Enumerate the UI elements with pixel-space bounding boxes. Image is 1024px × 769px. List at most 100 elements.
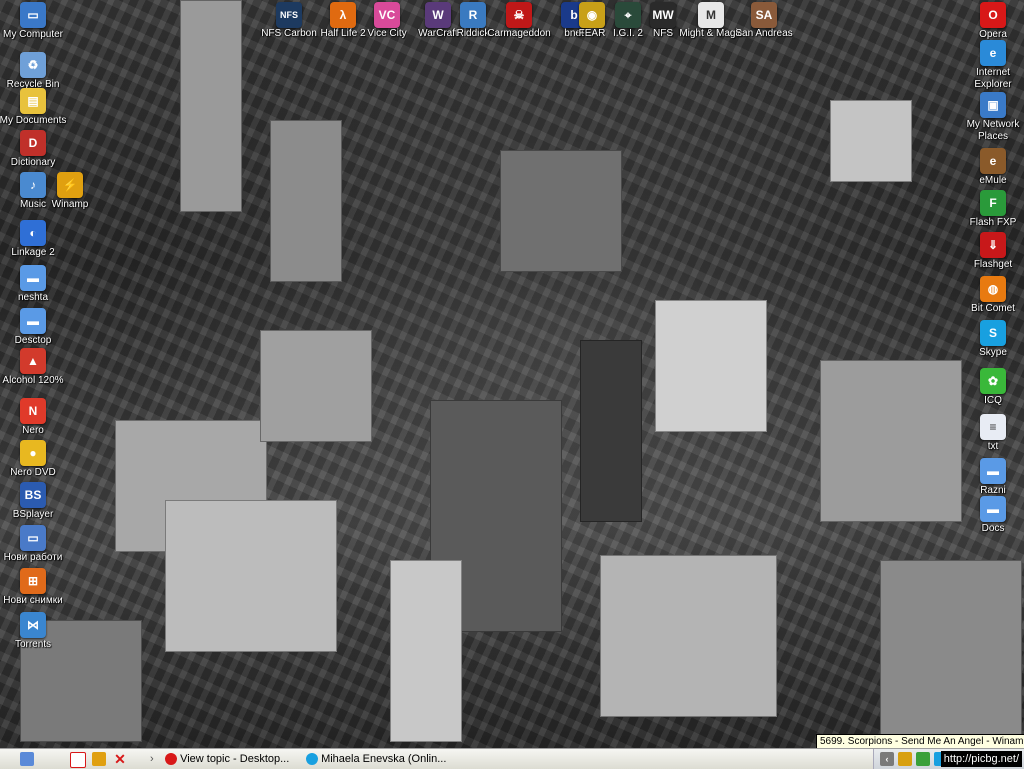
flashfxp-icon: F [980,190,1006,216]
folder-icon: ▬ [20,265,46,291]
network-places-icon: ▣ [980,92,1006,118]
desktop-icon-my-documents[interactable]: ▤ My Documents [0,88,68,127]
desktop-icon-music[interactable]: ♪ Music [0,172,68,211]
desktop-icon-neshta[interactable]: ▬ neshta [0,265,68,304]
internet-explorer-icon: e [980,40,1006,66]
alcohol-icon: ▲ [20,348,46,374]
desktop-icon-label: San Andreas [735,28,793,39]
tray-arrow-icon[interactable]: ‹ [880,752,894,766]
nfs-carbon-icon: NFS [276,2,302,28]
desktop-icon-flashget[interactable]: ⇓ Flashget [962,232,1024,271]
bitcomet-icon: ◍ [980,276,1006,302]
skype-icon: S [980,320,1006,346]
desktop-icon-label: txt [987,441,999,452]
wallpaper-building [880,560,1022,742]
desktop-icon-torrents[interactable]: ⋈ Torrents [0,612,68,651]
desktop-icon-label: Carmageddon [487,28,551,39]
desktop-icon-razni[interactable]: ▬ Razni [962,458,1024,497]
desktop-icon-label: Internet Explorer [974,67,1012,90]
bsplayer-icon: BS [20,482,46,508]
wallpaper-building [600,555,777,717]
quick-launch-close-icon[interactable]: ✕ [113,752,127,766]
desktop-icon-internet-explorer[interactable]: e Internet Explorer [962,40,1024,91]
network-folder-icon: ⋈ [20,612,46,638]
text-file-icon: ≡ [980,414,1006,440]
tray-app-icon[interactable] [898,752,912,766]
desktop-icon-label: Alcohol 120% [2,375,64,386]
desktop-icon-bit-comet[interactable]: ◍ Bit Comet [962,276,1024,315]
desktop-icon-emule[interactable]: e eMule [962,148,1024,187]
wallpaper-building [830,100,912,182]
system-tray: ‹ http://picbg.net/ [873,749,1024,769]
desktop-icon-dictionary[interactable]: D Dictionary [0,130,68,169]
desktop-icon-alcohol-120[interactable]: ▲ Alcohol 120% [0,348,68,387]
desktop-icon-label: Nero [22,425,44,436]
vice-city-icon: VC [374,2,400,28]
desktop-icon-carmageddon[interactable]: ☠ Carmageddon [484,2,554,40]
nero-dvd-icon: ● [20,440,46,466]
wallpaper-building [270,120,342,282]
san-andreas-icon: SA [751,2,777,28]
desktop-icon-label: Skype [979,347,1007,358]
music-icon: ♪ [20,172,46,198]
recycle-bin-icon: ♻ [20,52,46,78]
might-magic-icon: M [698,2,724,28]
emule-icon: e [980,148,1006,174]
tray-app-icon[interactable] [916,752,930,766]
desktop-icon-label: Нови работи [3,552,63,563]
desktop-icon-label: Torrents [14,639,52,650]
computer-icon: ▭ [20,2,46,28]
desktop-icon-linkage-2[interactable]: ◐ Linkage 2 [0,220,68,259]
desktop-icon-label: Flashget [973,259,1013,270]
desktop-icon-label: My Documents [0,115,67,126]
mac-start-icon[interactable] [20,752,34,766]
wallpaper-building [260,330,372,442]
desktop-icon-label: Dictionary [10,157,56,168]
opera-task-icon [165,753,177,766]
desktop-icon-label: neshta [17,292,49,303]
desktop-icon-label: My Network Places [966,119,1020,142]
desktop-icon-bsplayer[interactable]: BS BSplayer [0,482,68,521]
linkage-icon: ◐ [20,220,46,246]
wallpaper-building [655,300,767,432]
desktop-icon-skype[interactable]: S Skype [962,320,1024,359]
nero-icon: N [20,398,46,424]
desktop-icon-docs[interactable]: ▬ Docs [962,496,1024,535]
desktop-icon-label: Docs [981,523,1005,534]
taskbar: ✕ › View topic - Desktop... Mihaela Enev… [0,748,1024,769]
wallpaper-building [580,340,642,522]
desktop-icon-label: eMule [979,175,1007,186]
taskbar-chevron-icon[interactable]: › [150,751,154,767]
quick-launch-winamp-icon[interactable] [92,752,106,766]
half-life-icon: λ [330,2,356,28]
desktop-icon-label: Flash FXP [969,217,1017,228]
wallpaper-building [500,150,622,272]
desktop-icon-my-network-places[interactable]: ▣ My Network Places [962,92,1024,143]
desktop-icon-icq[interactable]: ✿ ICQ [962,368,1024,407]
desktop-icon-recycle-bin[interactable]: ♻ Recycle Bin [0,52,68,91]
opera-icon: O [980,2,1006,28]
desktop-icon-san-andreas[interactable]: SA San Andreas [729,2,799,40]
flashget-icon: ⇓ [980,232,1006,258]
desktop-icon-flash-fxp[interactable]: F Flash FXP [962,190,1024,229]
desktop-icon-my-computer[interactable]: ▭ My Computer [0,2,68,41]
desktop-icon-label: Music [19,199,47,210]
desktop-icon-nero-dvd[interactable]: ● Nero DVD [0,440,68,479]
desktop-icon-нови-снимки[interactable]: ⊞ Нови снимки [0,568,68,607]
desktop-icon-opera[interactable]: O Opera [962,2,1024,41]
quick-launch-stop-icon[interactable] [70,752,86,768]
documents-folder-icon: ▤ [20,88,46,114]
desktop-wallpaper [0,0,1024,748]
desktop-icon-txt[interactable]: ≡ txt [962,414,1024,453]
desktop-icon-нови-работи[interactable]: ▭ Нови работи [0,525,68,564]
folder-icon: ▬ [980,496,1006,522]
nfs-mw-icon: MW [650,2,676,28]
desktop-icon-label: Linkage 2 [11,247,55,258]
desktop-icon-label: Desctop [14,335,52,346]
desktop-icon-nero[interactable]: N Nero [0,398,68,437]
wallpaper-building [820,360,962,522]
windows-flag-icon: ⊞ [20,568,46,594]
taskbar-task-skype[interactable]: Mihaela Enevska (Onlin... [306,751,446,767]
desktop-icon-desctop[interactable]: ▬ Desctop [0,308,68,347]
taskbar-task-opera[interactable]: View topic - Desktop... [165,751,300,767]
